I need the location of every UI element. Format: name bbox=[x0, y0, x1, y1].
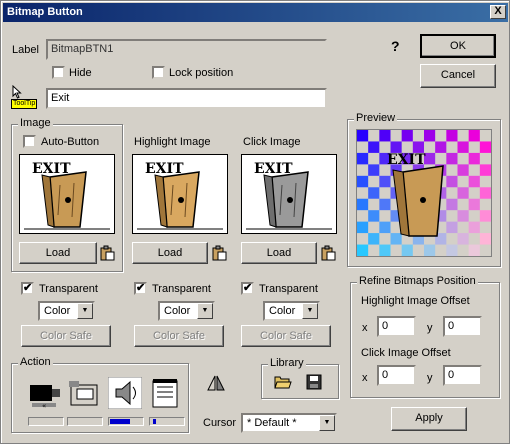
click-y-input[interactable]: 0 bbox=[443, 365, 482, 386]
ok-button[interactable]: OK bbox=[420, 34, 496, 58]
exit-art-text: EXIT bbox=[254, 161, 293, 177]
auto-button-checkbox[interactable] bbox=[23, 135, 36, 148]
preview-checker-image: EXIT bbox=[357, 130, 491, 256]
close-button[interactable]: X bbox=[490, 5, 506, 19]
library-group: Library bbox=[261, 357, 339, 399]
folder-action-icon[interactable] bbox=[67, 377, 101, 409]
transparent-image-checkbox[interactable]: ✔ bbox=[21, 282, 34, 295]
save-disk-icon[interactable] bbox=[306, 374, 322, 390]
title-bar: Bitmap Button X bbox=[3, 3, 508, 22]
action-group-title: Action bbox=[18, 356, 53, 368]
apply-button[interactable]: Apply bbox=[391, 407, 467, 431]
click-image-caption: Click Image bbox=[243, 136, 301, 148]
color-safe-highlight-button: Color Safe bbox=[134, 325, 224, 347]
transparent-highlight-label: Transparent bbox=[152, 283, 211, 295]
transparent-image-mode-select[interactable]: Color ▼ bbox=[38, 301, 95, 321]
highlight-offset-caption: Highlight Image Offset bbox=[361, 295, 470, 307]
image-preview[interactable]: EXIT bbox=[19, 154, 115, 234]
click-offset-caption: Click Image Offset bbox=[361, 347, 451, 359]
bitmap-button-dialog: Bitmap Button X Label BitmapBTN1 Hide Lo… bbox=[0, 0, 510, 444]
highlight-image-caption: Highlight Image bbox=[134, 136, 211, 148]
transparent-highlight-mode-select[interactable]: Color ▼ bbox=[158, 301, 215, 321]
exit-box-image: EXIT bbox=[24, 161, 110, 230]
highlight-image-preview[interactable]: EXIT bbox=[132, 154, 228, 234]
highlight-y-input[interactable]: 0 bbox=[443, 316, 482, 337]
tooltip-input[interactable]: Exit bbox=[46, 88, 327, 109]
cursor-select[interactable]: * Default * ▼ bbox=[241, 413, 337, 433]
help-icon[interactable]: ? bbox=[391, 38, 400, 54]
chevron-down-icon[interactable]: ▼ bbox=[197, 303, 213, 319]
transparent-highlight-mode-value: Color bbox=[164, 305, 191, 317]
highlight-y-label: y bbox=[427, 322, 433, 334]
cursor-arrow-icon bbox=[12, 85, 22, 99]
open-folder-icon[interactable] bbox=[274, 374, 292, 390]
paste-image-icon[interactable] bbox=[99, 245, 115, 261]
load-highlight-button[interactable]: Load bbox=[132, 242, 208, 264]
chevron-down-icon[interactable]: ▼ bbox=[302, 303, 318, 319]
click-image-preview[interactable]: EXIT bbox=[241, 154, 337, 234]
cursor-value: * Default * bbox=[247, 417, 297, 429]
lock-position-label: Lock position bbox=[169, 67, 234, 79]
hide-label: Hide bbox=[69, 67, 92, 79]
transparent-click-label: Transparent bbox=[259, 283, 318, 295]
auto-button-label: Auto-Button bbox=[41, 136, 100, 148]
refine-group-title: Refine Bitmaps Position bbox=[357, 275, 478, 287]
image-group-title: Image bbox=[18, 117, 53, 129]
label-input[interactable]: BitmapBTN1 bbox=[46, 39, 327, 60]
exit-art-text: EXIT bbox=[32, 161, 71, 177]
paste-click-icon[interactable] bbox=[320, 245, 336, 261]
lock-position-checkbox[interactable] bbox=[152, 66, 165, 79]
action-indicator-2 bbox=[67, 417, 103, 426]
cursor-caption: Cursor bbox=[203, 417, 237, 429]
cancel-button[interactable]: Cancel bbox=[420, 64, 496, 88]
exit-box-click-image: EXIT bbox=[246, 161, 332, 230]
hide-checkbox[interactable] bbox=[52, 66, 65, 79]
load-image-button[interactable]: Load bbox=[19, 242, 97, 264]
highlight-x-label: x bbox=[362, 322, 368, 334]
svg-text:«: « bbox=[42, 402, 46, 409]
svg-text:EXIT: EXIT bbox=[387, 152, 426, 168]
transparent-highlight-checkbox[interactable]: ✔ bbox=[134, 282, 147, 295]
transparent-click-checkbox[interactable]: ✔ bbox=[241, 282, 254, 295]
preview-canvas: EXIT bbox=[356, 129, 492, 257]
label-caption: Label bbox=[12, 44, 39, 56]
sound-action-icon[interactable] bbox=[108, 377, 142, 409]
paste-highlight-icon[interactable] bbox=[211, 245, 227, 261]
exit-art-text: EXIT bbox=[145, 161, 184, 177]
action-indicator-1 bbox=[28, 417, 64, 426]
action-indicator-3 bbox=[108, 417, 144, 426]
color-safe-image-button: Color Safe bbox=[21, 325, 111, 347]
transparent-image-mode-value: Color bbox=[44, 305, 71, 317]
load-click-button[interactable]: Load bbox=[241, 242, 317, 264]
exit-box-highlight-image: EXIT bbox=[137, 161, 223, 230]
chevron-down-icon[interactable]: ▼ bbox=[319, 415, 335, 431]
notepad-action-icon[interactable] bbox=[149, 377, 183, 409]
tooltip-flag-icon: ToolTip bbox=[11, 99, 38, 109]
preview-group-title: Preview bbox=[354, 112, 398, 124]
library-group-title: Library bbox=[268, 357, 306, 369]
window-title: Bitmap Button bbox=[7, 6, 83, 18]
transparent-click-mode-select[interactable]: Color ▼ bbox=[263, 301, 320, 321]
chevron-down-icon[interactable]: ▼ bbox=[77, 303, 93, 319]
camera-action-icon[interactable]: « bbox=[28, 377, 62, 409]
color-safe-click-button: Color Safe bbox=[241, 325, 331, 347]
click-x-input[interactable]: 0 bbox=[377, 365, 416, 386]
transparent-image-label: Transparent bbox=[39, 283, 98, 295]
action-indicator-4 bbox=[149, 417, 185, 426]
click-x-label: x bbox=[362, 372, 368, 384]
mirror-icon[interactable] bbox=[206, 374, 226, 392]
highlight-x-input[interactable]: 0 bbox=[377, 316, 416, 337]
click-y-label: y bbox=[427, 372, 433, 384]
transparent-click-mode-value: Color bbox=[269, 305, 296, 317]
